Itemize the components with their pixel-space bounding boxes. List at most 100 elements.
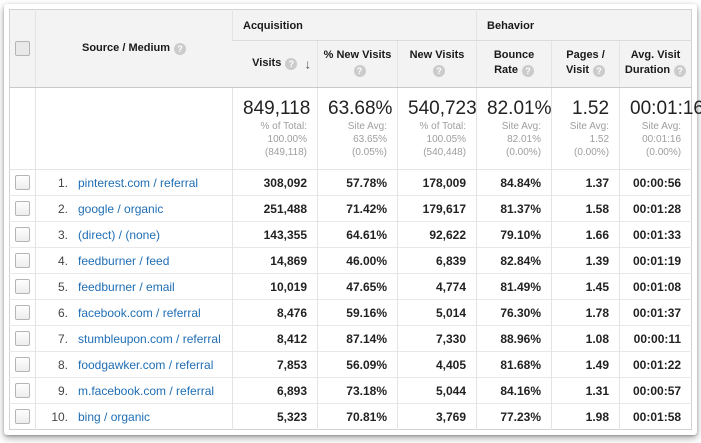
visits-cell: 6,893 — [233, 378, 318, 404]
bounce-rate-cell: 82.84% — [477, 248, 552, 274]
column-header-avg-visit-duration[interactable]: Avg. Visit Duration? — [620, 41, 692, 88]
source-medium-link[interactable]: facebook.com / referral — [78, 306, 201, 320]
table-row: 2.google / organic 251,488 71.42% 179,61… — [10, 196, 692, 222]
new-visits-cell: 178,009 — [398, 170, 477, 196]
summary-percent-new-visits-subline: (0.05%) — [328, 146, 387, 159]
bounce-rate-cell: 81.68% — [477, 352, 552, 378]
row-index: 9. — [44, 384, 68, 398]
help-icon[interactable]: ? — [674, 65, 686, 77]
select-all-checkbox[interactable] — [15, 41, 30, 56]
percent-new-visits-cell: 59.16% — [318, 300, 398, 326]
group-header-behavior: Behavior — [477, 10, 692, 41]
source-medium-link[interactable]: google / organic — [78, 202, 163, 216]
pages-per-visit-cell: 1.78 — [552, 300, 620, 326]
source-medium-cell: 3. (direct) / (none) — [36, 222, 233, 248]
source-medium-cell: 1.pinterest.com / referral — [36, 170, 233, 196]
row-checkbox[interactable] — [15, 201, 30, 216]
row-index: 2. — [44, 202, 68, 216]
table-row: 7.stumbleupon.com / referral 8,412 87.14… — [10, 326, 692, 352]
summary-bounce-rate-subline: (0.00%) — [487, 146, 541, 159]
source-medium-cell: 5.feedburner / email — [36, 274, 233, 300]
avg-visit-duration-cell: 00:01:33 — [620, 222, 692, 248]
row-checkbox-cell — [10, 404, 36, 430]
new-visits-cell: 5,014 — [398, 300, 477, 326]
row-checkbox-cell — [10, 222, 36, 248]
column-header-visits[interactable]: Visits? ↓ — [233, 41, 318, 88]
row-checkbox-cell — [10, 170, 36, 196]
source-medium-link[interactable]: stumbleupon.com / referral — [78, 332, 221, 346]
column-header-new-visits[interactable]: New Visits? — [398, 41, 477, 88]
help-icon[interactable]: ? — [354, 65, 366, 77]
group-header-acquisition: Acquisition — [233, 10, 477, 41]
table-row: 8.foodgawker.com / referral 7,853 56.09%… — [10, 352, 692, 378]
row-checkbox[interactable] — [15, 279, 30, 294]
bounce-rate-cell: 81.37% — [477, 196, 552, 222]
row-checkbox[interactable] — [15, 383, 30, 398]
bounce-rate-cell: 77.23% — [477, 404, 552, 430]
column-header-bounce-rate[interactable]: Bounce Rate? — [477, 41, 552, 88]
pages-per-visit-cell: 1.66 — [552, 222, 620, 248]
pages-per-visit-cell: 1.08 — [552, 326, 620, 352]
bounce-rate-cell: 84.16% — [477, 378, 552, 404]
source-medium-link[interactable]: bing / organic — [78, 410, 150, 424]
pages-per-visit-cell: 1.98 — [552, 404, 620, 430]
bounce-rate-cell: 88.96% — [477, 326, 552, 352]
summary-new-visits: 540,723 % of Total: 100.05% (540,448) — [398, 88, 477, 170]
row-index: 8. — [44, 358, 68, 372]
row-checkbox[interactable] — [15, 357, 30, 372]
avg-visit-duration-cell: 00:01:37 — [620, 300, 692, 326]
bounce-rate-cell: 84.84% — [477, 170, 552, 196]
summary-pages-per-visit-subline: Site Avg: — [562, 120, 609, 133]
source-medium-cell: 10.bing / organic — [36, 404, 233, 430]
source-medium-link[interactable]: m.facebook.com / referral — [78, 384, 214, 398]
visits-cell: 14,869 — [233, 248, 318, 274]
source-medium-link[interactable]: foodgawker.com / referral — [78, 358, 213, 372]
row-checkbox[interactable] — [15, 175, 30, 190]
row-index: 7. — [44, 332, 68, 346]
source-medium-link[interactable]: pinterest.com / referral — [78, 176, 198, 190]
column-header-source-medium[interactable]: Source / Medium? — [36, 10, 233, 88]
row-index: 3. — [44, 228, 68, 242]
summary-pages-per-visit: 1.52 Site Avg: 1.52 (0.00%) — [552, 88, 620, 170]
visits-cell: 8,412 — [233, 326, 318, 352]
source-medium-link[interactable]: feedburner / email — [78, 280, 175, 294]
avg-visit-duration-cell: 00:00:56 — [620, 170, 692, 196]
help-icon[interactable]: ? — [285, 58, 297, 70]
help-icon[interactable]: ? — [522, 65, 534, 77]
table-row: 3.(direct) / (none) 143,355 64.61% 92,62… — [10, 222, 692, 248]
new-visits-cell: 4,774 — [398, 274, 477, 300]
column-header-pages-per-visit[interactable]: Pages / Visit? — [552, 41, 620, 88]
summary-row: 849,118 % of Total: 100.00% (849,118) 63… — [10, 88, 692, 170]
select-all-cell — [10, 10, 36, 88]
row-checkbox[interactable] — [15, 253, 30, 268]
row-checkbox[interactable] — [15, 227, 30, 242]
table-body: 849,118 % of Total: 100.00% (849,118) 63… — [10, 88, 692, 430]
source-medium-cell: 2. google / organic — [36, 196, 233, 222]
source-medium-link[interactable]: (direct) / (none) — [78, 228, 160, 242]
help-icon[interactable]: ? — [174, 43, 186, 55]
summary-bounce-rate: 82.01% Site Avg: 82.01% (0.00%) — [477, 88, 552, 170]
summary-percent-new-visits: 63.68% Site Avg: 63.65% (0.05%) — [318, 88, 398, 170]
summary-visits-subline: (849,118) — [243, 146, 307, 159]
group-header-row: Source / Medium? Acquisition Behavior — [10, 10, 692, 41]
summary-avg-visit-duration-subline: (0.00%) — [630, 146, 681, 159]
row-checkbox[interactable] — [15, 305, 30, 320]
summary-source-spacer — [36, 88, 233, 170]
row-checkbox-cell — [10, 196, 36, 222]
new-visits-cell: 4,405 — [398, 352, 477, 378]
summary-visits-value: 849,118 — [243, 97, 307, 120]
row-index: 6. — [44, 306, 68, 320]
summary-visits-subline: % of Total: — [243, 120, 307, 133]
help-icon[interactable]: ? — [593, 65, 605, 77]
pages-per-visit-cell: 1.58 — [552, 196, 620, 222]
source-medium-link[interactable]: feedburner / feed — [78, 254, 169, 268]
column-header-percent-new-visits[interactable]: % New Visits? — [318, 41, 398, 88]
help-icon[interactable]: ? — [433, 65, 445, 77]
bounce-rate-cell: 79.10% — [477, 222, 552, 248]
summary-avg-visit-duration-subline: 00:01:16 — [630, 133, 681, 146]
new-visits-cell: 5,044 — [398, 378, 477, 404]
summary-avg-visit-duration-value: 00:01:16 — [630, 97, 681, 120]
row-checkbox[interactable] — [15, 409, 30, 424]
table-row: 9.m.facebook.com / referral 6,893 73.18%… — [10, 378, 692, 404]
row-checkbox[interactable] — [15, 331, 30, 346]
